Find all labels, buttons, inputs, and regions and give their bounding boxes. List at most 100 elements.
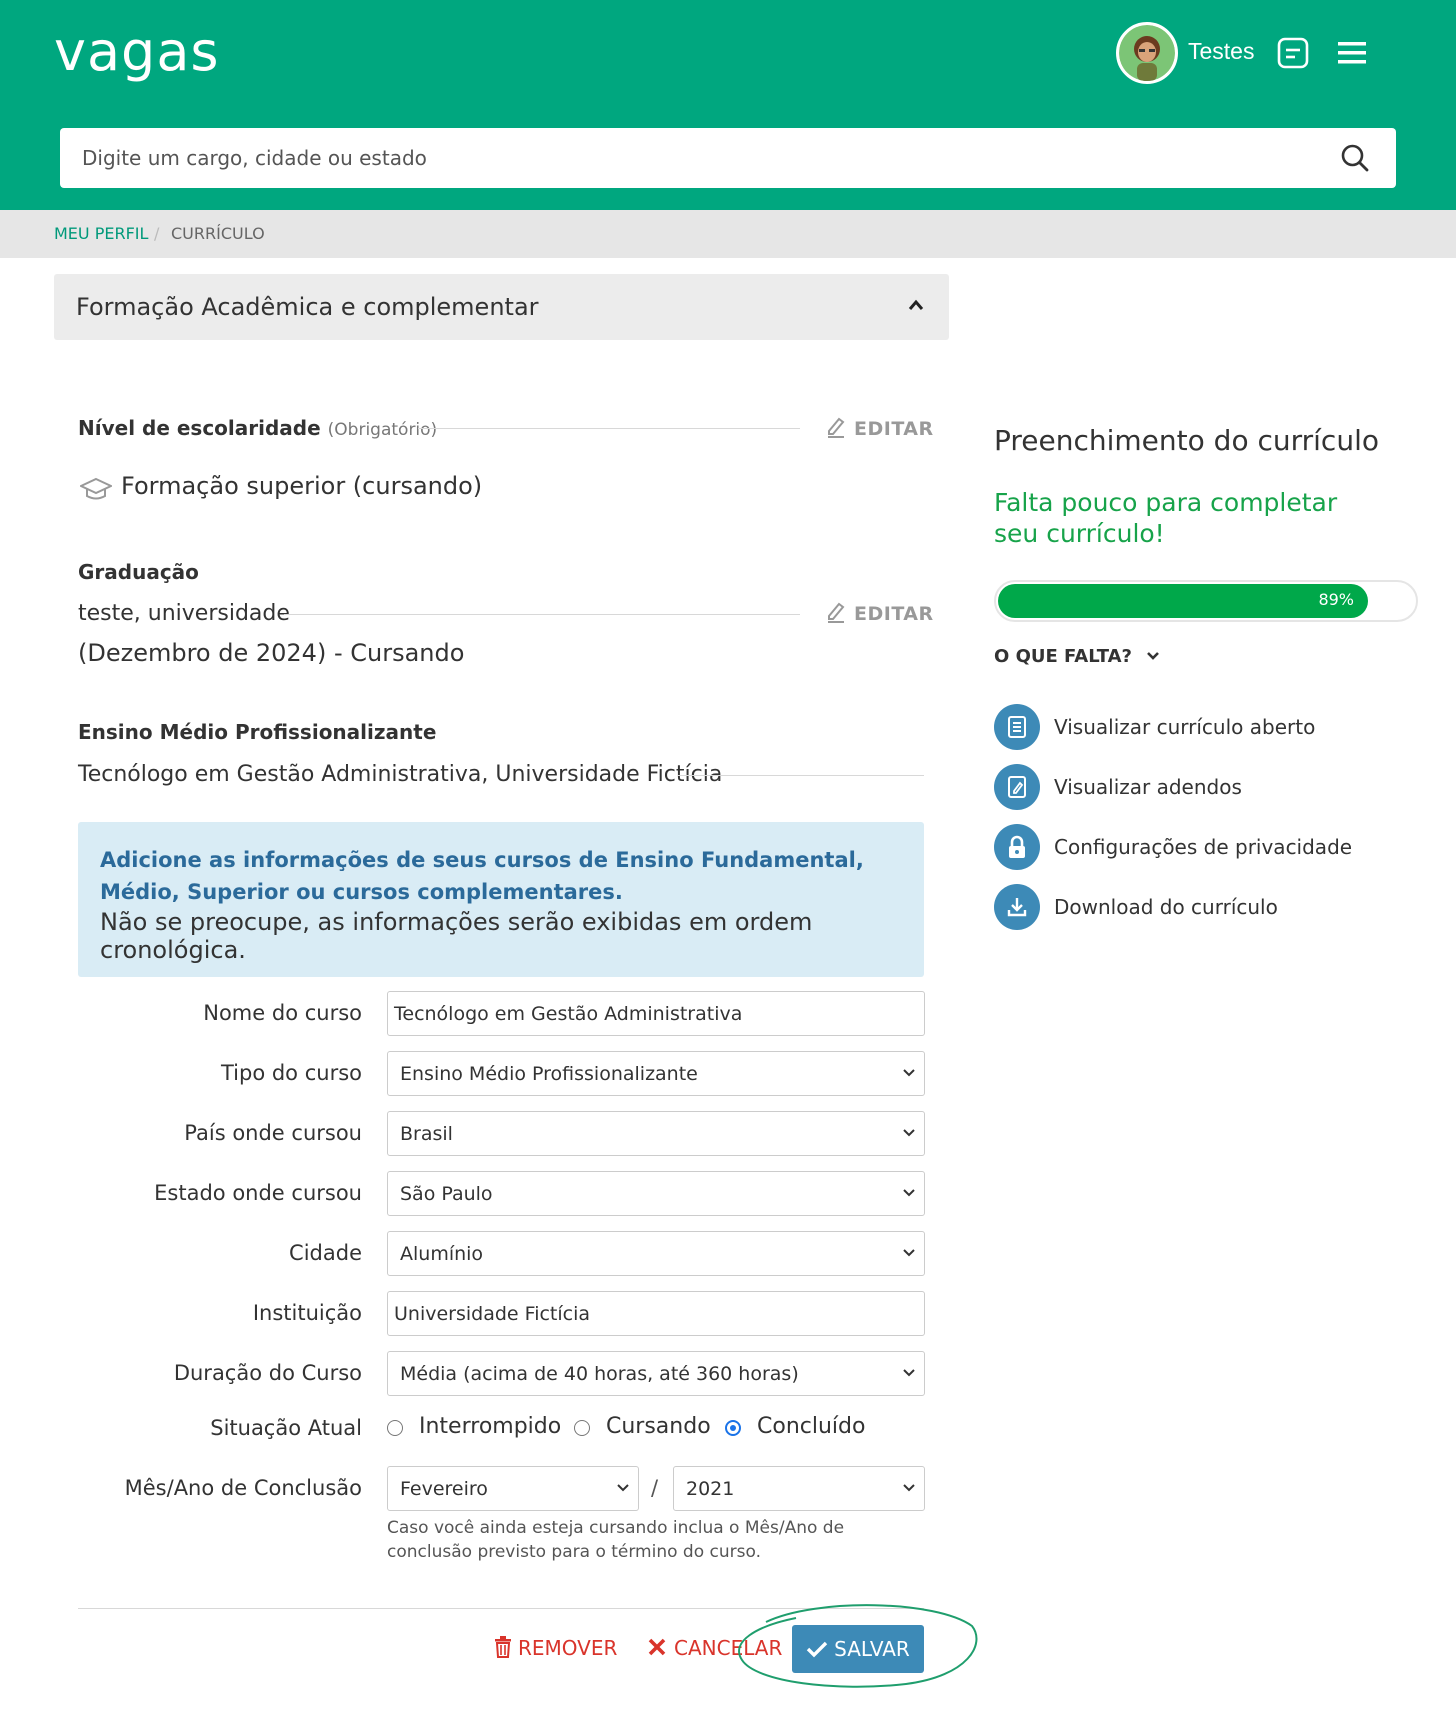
close-icon: [648, 1638, 666, 1656]
year-value: 2021: [686, 1477, 735, 1500]
graduation-line1: teste, universidade: [78, 601, 290, 626]
institution-value: Universidade Fictícia: [394, 1302, 591, 1325]
duration-select[interactable]: Média (acima de 40 horas, até 360 horas): [387, 1351, 925, 1396]
chevron-down-icon: [617, 1484, 629, 1492]
chevron-down-icon: [903, 1249, 915, 1257]
state-select[interactable]: São Paulo: [387, 1171, 925, 1216]
divider: [678, 775, 924, 776]
status-label: Situação Atual: [210, 1416, 362, 1440]
search-icon[interactable]: [1340, 143, 1370, 173]
edit-graduation-button[interactable]: EDITAR: [826, 601, 934, 625]
course-type-value: Ensino Médio Profissionalizante: [400, 1062, 698, 1085]
divider: [418, 428, 800, 429]
education-level-label-text: Nível de escolaridade: [78, 416, 321, 440]
info-strong-text: Adicione as informações de seus cursos d…: [100, 848, 864, 904]
view-open-resume-label: Visualizar currículo aberto: [1054, 715, 1316, 739]
divider: [284, 614, 800, 615]
completion-panel-subtitle: Falta pouco para completar seu currículo…: [994, 488, 1338, 548]
edit-label: EDITAR: [854, 418, 934, 440]
status-option-label: Concluído: [757, 1414, 866, 1439]
section-accordion-header[interactable]: Formação Acadêmica e complementar: [54, 274, 949, 340]
messages-icon[interactable]: [1276, 36, 1310, 70]
status-option-label: Interrompido: [419, 1414, 562, 1439]
course-type-select[interactable]: Ensino Médio Profissionalizante: [387, 1051, 925, 1096]
course-type-label: Tipo do curso: [220, 1061, 362, 1085]
user-name[interactable]: Testes: [1188, 38, 1254, 65]
info-normal-text: Não se preocupe, as informações serão ex…: [100, 908, 813, 964]
country-value: Brasil: [400, 1122, 453, 1145]
institution-input[interactable]: Universidade Fictícia: [387, 1291, 925, 1336]
remove-button[interactable]: REMOVER: [494, 1636, 617, 1660]
graduation-line2: (Dezembro de 2024) - Cursando: [78, 639, 465, 667]
lock-icon: [994, 824, 1040, 870]
state-label: Estado onde cursou: [154, 1181, 362, 1205]
em-value: Tecnólogo em Gestão Administrativa, Univ…: [78, 762, 723, 787]
chevron-down-icon: [903, 1369, 915, 1377]
chevron-down-icon: [903, 1129, 915, 1137]
city-label: Cidade: [289, 1241, 362, 1265]
chevron-up-icon: [908, 299, 924, 310]
completion-help-text: Caso você ainda esteja cursando inclua o…: [387, 1518, 845, 1562]
em-label: Ensino Médio Profissionalizante: [78, 720, 437, 744]
date-separator: /: [651, 1476, 659, 1500]
course-name-value: Tecnólogo em Gestão Administrativa: [394, 1002, 743, 1025]
graduation-cap-icon: [80, 477, 112, 500]
privacy-settings-label: Configurações de privacidade: [1054, 835, 1353, 859]
progress-fill: 89%: [998, 584, 1368, 618]
search-input[interactable]: [82, 128, 1302, 188]
required-hint: (Obrigatório): [327, 420, 438, 440]
breadcrumb-current: CURRÍCULO: [171, 224, 265, 243]
chevron-down-icon: [903, 1484, 915, 1492]
download-icon: [994, 884, 1040, 930]
month-select[interactable]: Fevereiro: [387, 1466, 639, 1511]
completion-label: Mês/Ano de Conclusão: [124, 1476, 362, 1500]
course-name-input[interactable]: Tecnólogo em Gestão Administrativa: [387, 991, 925, 1036]
education-level-label: Nível de escolaridade (Obrigatório): [78, 416, 437, 440]
year-select[interactable]: 2021: [673, 1466, 925, 1511]
completion-progress-bar: 89%: [994, 580, 1418, 622]
duration-value: Média (acima de 40 horas, até 360 horas): [400, 1362, 799, 1385]
state-value: São Paulo: [400, 1182, 493, 1205]
breadcrumb-separator: /: [154, 224, 160, 243]
pencil-icon: [828, 417, 845, 438]
pencil-icon: [828, 602, 845, 623]
graduation-label: Graduação: [78, 560, 199, 584]
document-edit-icon: [994, 764, 1040, 810]
info-box: Adicione as informações de seus cursos d…: [78, 822, 924, 977]
course-name-label: Nome do curso: [203, 1001, 362, 1025]
radio-interrompido[interactable]: [387, 1420, 403, 1436]
radio-cursando[interactable]: [574, 1420, 590, 1436]
progress-label: 89%: [1318, 590, 1354, 609]
highlight-annotation-ring: [738, 1604, 978, 1688]
missing-label: O QUE FALTA?: [994, 646, 1132, 667]
duration-label: Duração do Curso: [173, 1361, 362, 1385]
vagas-logo[interactable]: vagas: [54, 20, 220, 83]
hamburger-menu-icon[interactable]: [1338, 40, 1368, 66]
chevron-down-icon: [1147, 652, 1159, 660]
chevron-down-icon: [903, 1189, 915, 1197]
chevron-down-icon: [903, 1069, 915, 1077]
top-header: vagas Testes: [0, 0, 1456, 210]
search-bar: [60, 128, 1396, 188]
view-addenda-label: Visualizar adendos: [1054, 775, 1242, 799]
breadcrumb: MEU PERFIL / CURRÍCULO: [0, 210, 1456, 258]
document-icon: [994, 704, 1040, 750]
institution-label: Instituição: [252, 1301, 362, 1325]
edit-label: EDITAR: [854, 603, 934, 625]
remove-label: REMOVER: [518, 1636, 618, 1660]
trash-icon: [495, 1636, 511, 1658]
completion-panel-title: Preenchimento do currículo: [994, 424, 1379, 457]
download-resume-label: Download do currículo: [1054, 895, 1278, 919]
education-level-value: Formação superior (cursando): [121, 472, 483, 500]
city-value: Alumínio: [400, 1242, 484, 1265]
missing-toggle[interactable]: O QUE FALTA?: [994, 646, 1159, 667]
edit-level-button[interactable]: EDITAR: [826, 416, 934, 440]
country-select[interactable]: Brasil: [387, 1111, 925, 1156]
status-option-label: Cursando: [606, 1414, 711, 1439]
section-title: Formação Acadêmica e complementar: [76, 293, 539, 321]
month-value: Fevereiro: [400, 1477, 488, 1500]
city-select[interactable]: Alumínio: [387, 1231, 925, 1276]
breadcrumb-link-profile[interactable]: MEU PERFIL: [54, 224, 148, 243]
user-avatar[interactable]: [1116, 22, 1178, 84]
radio-concluido[interactable]: [725, 1420, 741, 1436]
